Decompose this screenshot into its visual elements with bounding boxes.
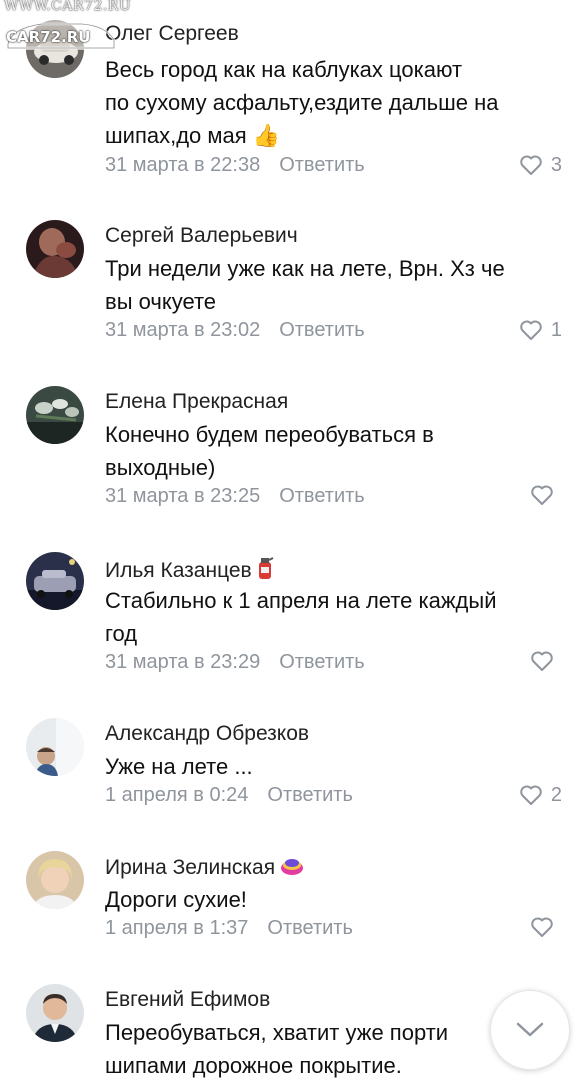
person-photo-avatar <box>26 984 84 1042</box>
comment-date: 1 апреля в 0:24 <box>105 784 249 806</box>
scroll-down-button[interactable] <box>490 990 570 1070</box>
comment-date: 31 марта в 22:38 <box>105 154 261 176</box>
avatar[interactable] <box>26 984 84 1042</box>
comment-text: Дороги сухие! <box>105 887 247 912</box>
comment-meta: 1 апреля в 1:37 Ответить <box>105 916 353 940</box>
heart-icon <box>520 155 542 175</box>
comment-meta: 31 марта в 22:38 Ответить <box>105 153 365 177</box>
comment-meta: 1 апреля в 0:24 Ответить <box>105 783 353 807</box>
reply-button[interactable]: Ответить <box>267 916 353 940</box>
comment-date: 31 марта в 23:25 <box>105 485 261 507</box>
comment-author-name: Ирина Зелинская <box>105 856 276 879</box>
watermark-logo: CAR72.RU <box>6 28 91 46</box>
like-count: 2 <box>550 784 562 806</box>
like-count: 1 <box>550 319 562 341</box>
like-count: 3 <box>550 154 562 176</box>
comment-date: 31 марта в 23:02 <box>105 319 261 341</box>
comment-text: Конечно будем переобуваться в выходные) <box>105 422 434 480</box>
comment-author[interactable]: Илья Казанцев <box>105 556 274 586</box>
reply-button[interactable]: Ответить <box>267 783 353 807</box>
avatar[interactable] <box>26 552 84 610</box>
avatar[interactable] <box>26 851 84 909</box>
flowers-photo-avatar <box>26 386 84 444</box>
comment-author[interactable]: Ирина Зелинская <box>105 855 305 883</box>
comment-text: Три недели уже как на лете, Врн. Хз че в… <box>105 256 505 314</box>
heart-icon <box>531 651 553 671</box>
avatar[interactable] <box>26 718 84 776</box>
watermark-url: WWW.CAR72.RU <box>4 0 132 14</box>
comment-author[interactable]: Евгений Ефимов <box>105 988 270 1012</box>
like-button[interactable] <box>530 916 562 938</box>
reply-button[interactable]: Ответить <box>279 318 365 342</box>
like-button[interactable] <box>530 650 562 672</box>
heart-icon <box>520 320 542 340</box>
avatar[interactable] <box>26 386 84 444</box>
watermark: WWW.CAR72.RU CAR72.RU <box>0 0 140 62</box>
heart-icon <box>531 917 553 937</box>
comment-text: Уже на лете ... <box>105 754 253 779</box>
heart-icon <box>531 485 553 505</box>
like-button[interactable]: 3 <box>519 153 562 177</box>
car-photo-avatar <box>26 552 84 610</box>
fire-extinguisher-icon <box>256 556 274 586</box>
comment-meta: 31 марта в 23:25 Ответить <box>105 484 365 508</box>
like-button[interactable]: 1 <box>519 318 562 342</box>
comment-date: 31 марта в 23:29 <box>105 651 261 673</box>
comment-text: Стабильно к 1 апреля на лете каждый год <box>105 588 497 646</box>
comment-text: Весь город как на каблуках цокают по сух… <box>105 57 499 148</box>
reply-button[interactable]: Ответить <box>279 153 365 177</box>
sticker-icon <box>279 855 305 883</box>
comment-author-name: Илья Казанцев <box>105 559 252 582</box>
avatar[interactable] <box>26 220 84 278</box>
person-photo-avatar <box>26 851 84 909</box>
chevron-down-icon <box>516 1022 544 1037</box>
comment-date: 1 апреля в 1:37 <box>105 917 249 939</box>
person-photo-avatar <box>26 220 84 278</box>
heart-icon <box>520 785 542 805</box>
like-button[interactable] <box>530 484 562 506</box>
comment-meta: 31 марта в 23:02 Ответить <box>105 318 365 342</box>
reply-button[interactable]: Ответить <box>279 484 365 508</box>
comment-meta: 31 марта в 23:29 Ответить <box>105 650 365 674</box>
comment-author[interactable]: Сергей Валерьевич <box>105 224 298 248</box>
like-button[interactable]: 2 <box>519 783 562 807</box>
reply-button[interactable]: Ответить <box>279 650 365 674</box>
comment-author[interactable]: Александр Обрезков <box>105 722 309 746</box>
person-photo-avatar <box>26 718 84 776</box>
comment-text: Переобуваться, хватит уже порти шипами д… <box>105 1020 449 1078</box>
comment-author[interactable]: Елена Прекрасная <box>105 390 288 414</box>
